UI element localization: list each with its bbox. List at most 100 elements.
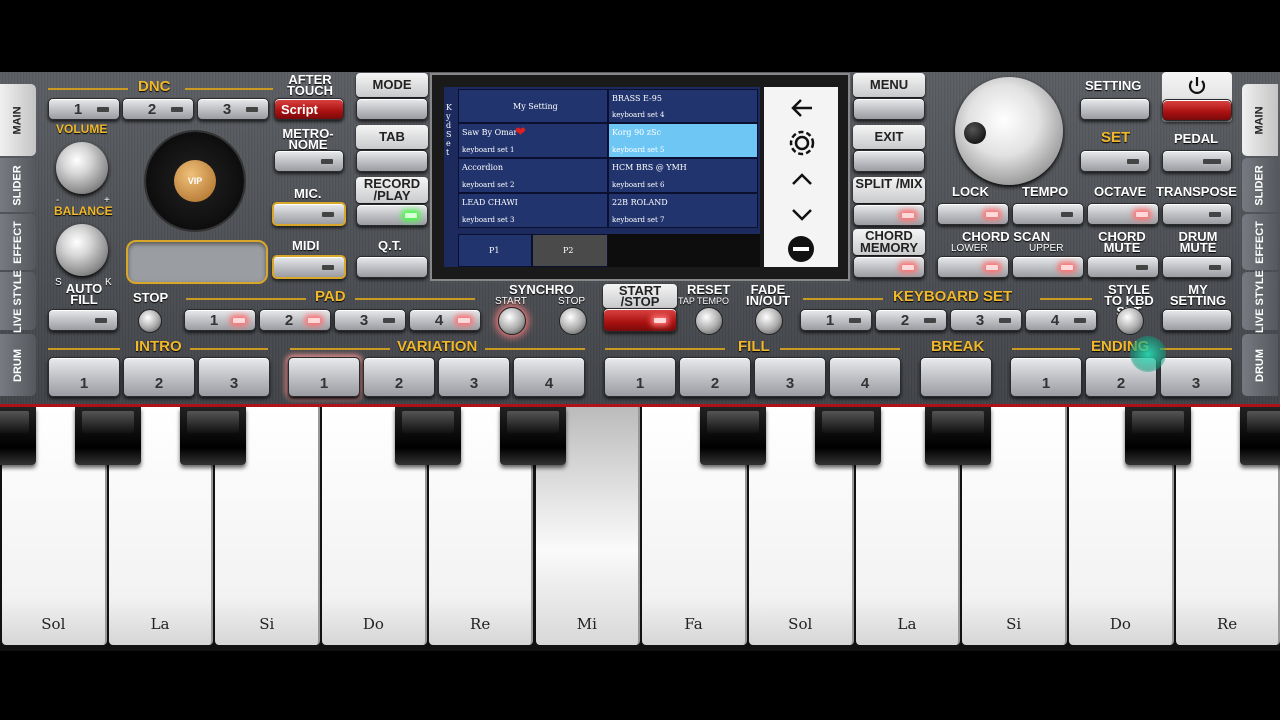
intro-button-3[interactable]: 3 bbox=[198, 357, 270, 397]
gear-icon[interactable] bbox=[786, 127, 818, 159]
kbd-set-cell[interactable]: Saw By Omar ❤ keyboard set 1 bbox=[458, 123, 608, 158]
metronome-button[interactable] bbox=[274, 150, 344, 172]
reset-knob[interactable] bbox=[695, 307, 723, 335]
exit-button[interactable] bbox=[853, 150, 925, 172]
intro-button-2[interactable]: 2 bbox=[123, 357, 195, 397]
kbd-set-cell[interactable]: Accordion keyboard set 2 bbox=[458, 158, 608, 193]
tempo-button[interactable] bbox=[1012, 203, 1084, 225]
minus-circle-icon[interactable] bbox=[787, 235, 815, 263]
display-pad[interactable] bbox=[126, 240, 268, 284]
black-key[interactable] bbox=[925, 407, 991, 465]
pad-button-3[interactable]: 3 bbox=[334, 309, 406, 331]
tab-effect-right[interactable]: EFFECT bbox=[1242, 214, 1278, 270]
balance-knob[interactable] bbox=[56, 224, 108, 276]
black-key[interactable] bbox=[75, 407, 141, 465]
kbd-set-cell[interactable]: LEAD CHAWI keyboard set 3 bbox=[458, 193, 608, 228]
fill-button-1[interactable]: 1 bbox=[604, 357, 676, 397]
tab-live-style-left[interactable]: LIVE STYLE bbox=[0, 270, 36, 332]
fill-line-left bbox=[605, 348, 725, 350]
page-tab-p2[interactable]: P2 bbox=[532, 234, 608, 267]
black-key[interactable] bbox=[815, 407, 881, 465]
tab-live-style-right[interactable]: LIVE STYLE bbox=[1242, 270, 1278, 332]
tab-drum-left[interactable]: DRUM bbox=[0, 334, 36, 396]
ending-button-3[interactable]: 3 bbox=[1160, 357, 1232, 397]
black-key[interactable] bbox=[1240, 407, 1280, 465]
keyboard-set-button-4[interactable]: 4 bbox=[1025, 309, 1097, 331]
tab-effect-left[interactable]: EFFECT bbox=[0, 214, 36, 270]
chord-mute-button[interactable] bbox=[1087, 256, 1159, 278]
fill-button-4[interactable]: 4 bbox=[829, 357, 901, 397]
menu-button[interactable] bbox=[853, 98, 925, 120]
fade-label: FADE IN/OUT bbox=[745, 282, 791, 308]
tab-drum-right[interactable]: DRUM bbox=[1242, 334, 1278, 396]
qt-button[interactable] bbox=[356, 256, 428, 278]
black-key[interactable] bbox=[1125, 407, 1191, 465]
black-key[interactable] bbox=[180, 407, 246, 465]
keyboard-set-button-1[interactable]: 1 bbox=[800, 309, 872, 331]
keyboard-set-button-3[interactable]: 3 bbox=[950, 309, 1022, 331]
kbd-set-cell[interactable]: HCM BRS @ YMH keyboard set 6 bbox=[608, 158, 758, 193]
kbd-set-cell[interactable]: BRASS E-95 keyboard set 4 bbox=[608, 89, 758, 123]
tab-button[interactable] bbox=[356, 150, 428, 172]
synchro-stop-knob[interactable] bbox=[559, 307, 587, 335]
back-arrow-icon[interactable] bbox=[788, 95, 816, 121]
kbd-set-cell[interactable]: 22B ROLAND keyboard set 7 bbox=[608, 193, 758, 228]
variation-button-2[interactable]: 2 bbox=[363, 357, 435, 397]
pad-button-1[interactable]: 1 bbox=[184, 309, 256, 331]
kbd-set-cell-selected[interactable]: Korg 90 zSc keyboard set 5 bbox=[608, 123, 758, 158]
volume-knob[interactable] bbox=[56, 142, 108, 194]
black-key[interactable] bbox=[395, 407, 461, 465]
variation-button-1[interactable]: 1 bbox=[288, 357, 360, 397]
pedal-button[interactable] bbox=[1162, 150, 1232, 172]
dnc-button-1[interactable]: 1 bbox=[48, 98, 120, 120]
page-tab-p1[interactable]: P1 bbox=[458, 234, 532, 267]
chord-memory-button[interactable] bbox=[853, 256, 925, 278]
mic-button[interactable] bbox=[272, 202, 346, 226]
variation-button-4[interactable]: 4 bbox=[513, 357, 585, 397]
fill-button-2[interactable]: 2 bbox=[679, 357, 751, 397]
break-button[interactable] bbox=[920, 357, 992, 397]
record-play-button[interactable] bbox=[356, 204, 428, 226]
tab-main-right[interactable]: MAIN bbox=[1242, 84, 1278, 156]
pad-stop-knob[interactable] bbox=[138, 309, 162, 333]
keyboard-set-button-2[interactable]: 2 bbox=[875, 309, 947, 331]
synchro-start-label: START bbox=[495, 296, 527, 307]
fill-button-3[interactable]: 3 bbox=[754, 357, 826, 397]
octave-button[interactable] bbox=[1087, 203, 1159, 225]
style-to-kbd-knob[interactable] bbox=[1116, 307, 1144, 335]
dnc-button-2[interactable]: 2 bbox=[122, 98, 194, 120]
lock-button[interactable] bbox=[937, 203, 1009, 225]
midi-button[interactable] bbox=[272, 255, 346, 279]
black-key[interactable] bbox=[700, 407, 766, 465]
dnc-button-3[interactable]: 3 bbox=[197, 98, 269, 120]
after-touch-button[interactable]: Script bbox=[274, 98, 344, 120]
pad-button-4[interactable]: 4 bbox=[409, 309, 481, 331]
tab-slider-right[interactable]: SLIDER bbox=[1242, 158, 1278, 212]
mode-button[interactable] bbox=[356, 98, 428, 120]
transpose-button[interactable] bbox=[1162, 203, 1232, 225]
setting-button[interactable] bbox=[1080, 98, 1150, 120]
intro-button-1[interactable]: 1 bbox=[48, 357, 120, 397]
synchro-start-knob[interactable] bbox=[498, 307, 526, 335]
tab-slider-left[interactable]: SLIDER bbox=[0, 158, 36, 212]
ending-button-1[interactable]: 1 bbox=[1010, 357, 1082, 397]
tab-main-left[interactable]: MAIN bbox=[0, 84, 36, 156]
drum-mute-button[interactable] bbox=[1162, 256, 1232, 278]
chord-scan-upper-button[interactable] bbox=[1012, 256, 1084, 278]
my-setting-button[interactable] bbox=[1162, 309, 1232, 331]
set-button[interactable] bbox=[1080, 150, 1150, 172]
black-key[interactable] bbox=[500, 407, 566, 465]
auto-fill-button[interactable] bbox=[48, 309, 118, 331]
split-mix-button[interactable] bbox=[853, 204, 925, 226]
chevron-up-icon[interactable] bbox=[790, 171, 814, 187]
kbd-set-cell[interactable]: My Setting bbox=[458, 89, 608, 123]
fade-knob[interactable] bbox=[755, 307, 783, 335]
chord-scan-lower-button[interactable] bbox=[937, 256, 1009, 278]
black-key[interactable] bbox=[0, 407, 36, 465]
variation-button-3[interactable]: 3 bbox=[438, 357, 510, 397]
power-button[interactable] bbox=[1162, 99, 1232, 121]
pad-button-2[interactable]: 2 bbox=[259, 309, 331, 331]
start-stop-button[interactable] bbox=[603, 308, 677, 332]
break-label: BREAK bbox=[931, 338, 985, 355]
chevron-down-icon[interactable] bbox=[790, 207, 814, 223]
